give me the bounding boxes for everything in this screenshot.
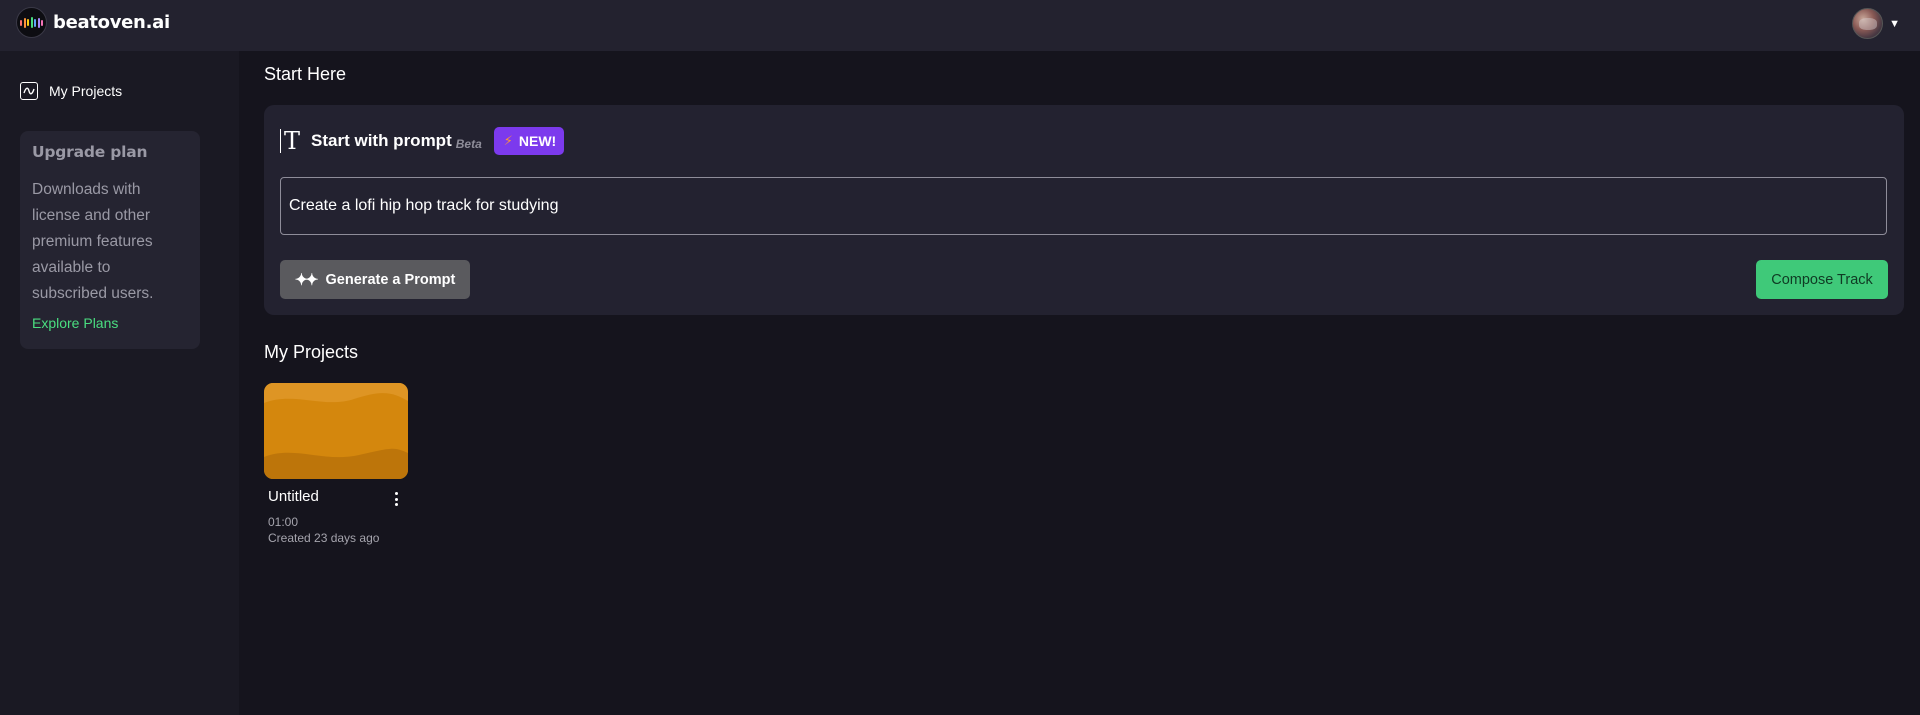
project-created: Created 23 days ago bbox=[268, 531, 380, 545]
logo-icon bbox=[16, 7, 47, 38]
user-menu[interactable]: ▼ bbox=[1852, 8, 1900, 39]
beta-label: Beta bbox=[455, 137, 482, 151]
lightning-icon: ⚡ bbox=[503, 133, 513, 148]
upgrade-description: Downloads with license and other premium… bbox=[32, 181, 154, 302]
project-duration: 01:00 bbox=[268, 515, 299, 529]
generate-prompt-button[interactable]: ✦✦ Generate a Prompt bbox=[280, 260, 470, 299]
upgrade-title: Upgrade plan bbox=[32, 143, 148, 161]
new-badge: ⚡ NEW! bbox=[493, 127, 565, 155]
compose-track-button[interactable]: Compose Track bbox=[1756, 260, 1888, 299]
start-here-title: Start Here bbox=[264, 64, 347, 84]
more-options-icon[interactable] bbox=[390, 489, 402, 509]
my-projects-title: My Projects bbox=[264, 342, 359, 362]
prompt-header: T Start with prompt Beta ⚡ NEW! bbox=[280, 127, 565, 155]
explore-plans-link[interactable]: Explore Plans bbox=[32, 315, 118, 331]
sidebar: My Projects Upgrade plan Downloads with … bbox=[0, 51, 239, 715]
new-badge-label: NEW! bbox=[518, 133, 557, 149]
text-icon: T bbox=[280, 129, 300, 153]
avatar[interactable] bbox=[1852, 8, 1884, 39]
logo-text: beatoven.ai bbox=[53, 12, 170, 33]
logo[interactable]: beatoven.ai bbox=[16, 7, 170, 38]
project-name: Untitled bbox=[268, 488, 319, 505]
project-thumbnail[interactable] bbox=[264, 383, 408, 479]
project-card[interactable]: Untitled 01:00 Created 23 days ago bbox=[264, 383, 408, 545]
sparkle-icon: ✦✦ bbox=[294, 271, 319, 289]
prompt-input[interactable] bbox=[280, 177, 1887, 235]
top-bar: beatoven.ai ▼ bbox=[0, 0, 1920, 51]
generate-prompt-label: Generate a Prompt bbox=[325, 271, 456, 288]
chart-square-icon bbox=[20, 82, 38, 100]
prompt-card: T Start with prompt Beta ⚡ NEW! ✦✦ Gener… bbox=[264, 105, 1904, 315]
upgrade-card: Upgrade plan Downloads with license and … bbox=[20, 131, 200, 349]
prompt-label: Start with prompt bbox=[311, 131, 452, 150]
sidebar-item-label: My Projects bbox=[49, 83, 123, 99]
chevron-down-icon[interactable]: ▼ bbox=[1889, 18, 1900, 30]
sidebar-item-my-projects[interactable]: My Projects bbox=[20, 82, 122, 100]
